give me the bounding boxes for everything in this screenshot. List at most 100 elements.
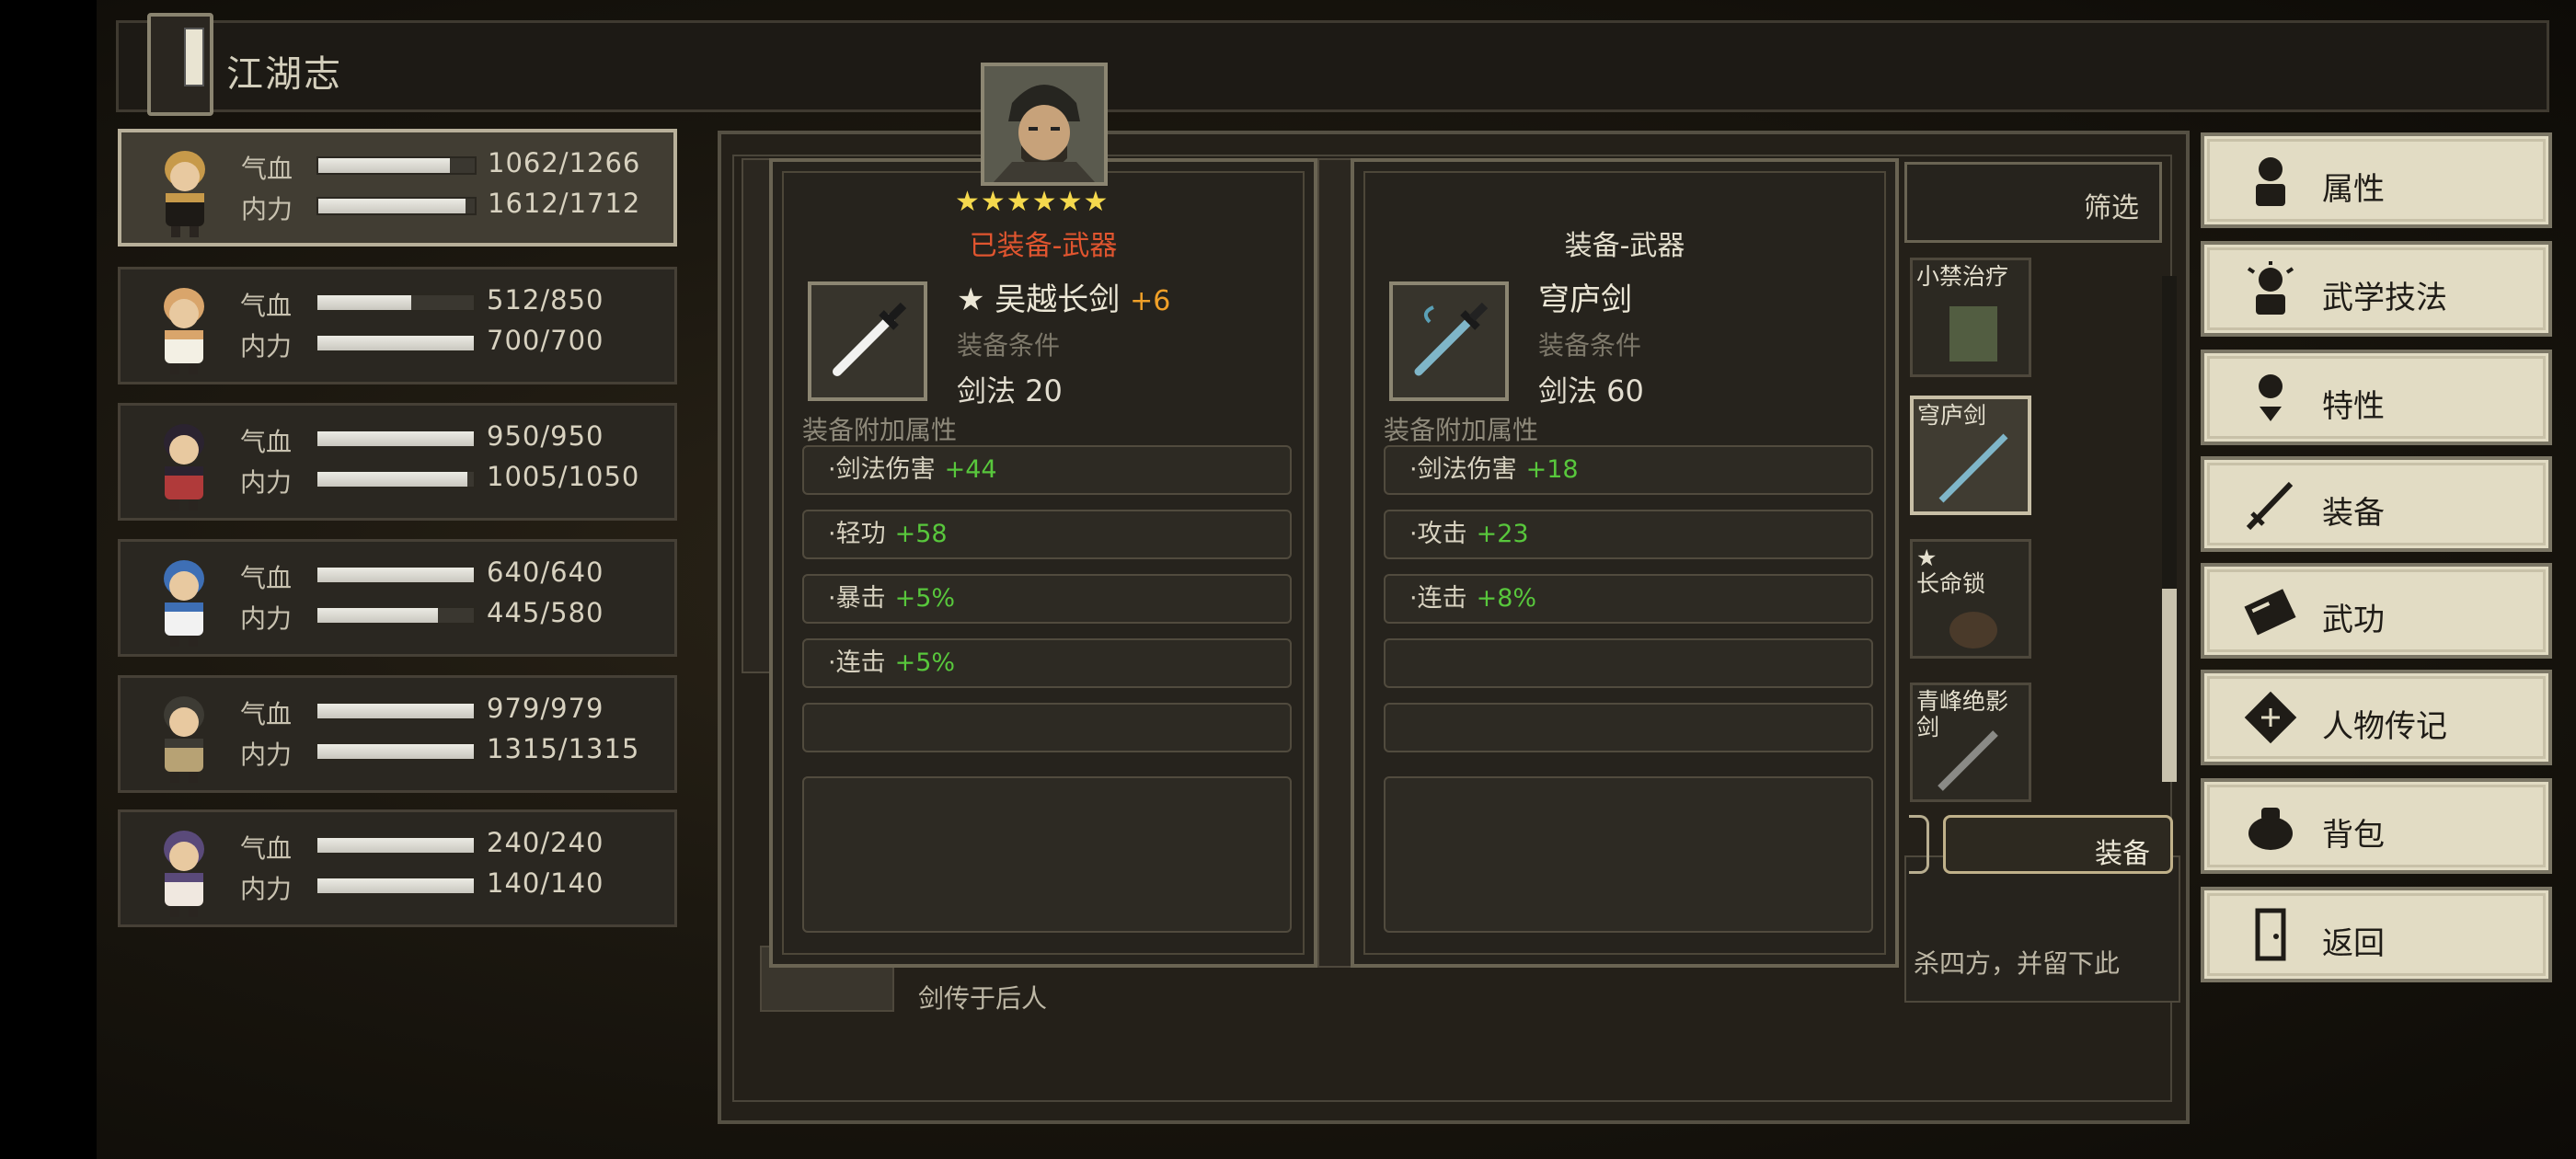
menu-label: 武功 (2322, 602, 2385, 638)
hp-label: 气血 (240, 427, 293, 457)
bonus-row: ·轻功 +58 (802, 510, 1292, 559)
candidate-requirement: 剑法 60 (1538, 373, 1644, 408)
hp-bar (316, 430, 476, 448)
hp-label: 气血 (240, 563, 293, 593)
menu-kungfu-button[interactable]: 武功 (2201, 563, 2552, 659)
menu-label: 返回 (2322, 925, 2385, 962)
menu-backpack-button[interactable]: 背包 (2201, 778, 2552, 874)
mp-label: 内力 (240, 740, 293, 770)
filter-label: 筛选 (2084, 192, 2139, 224)
inventory-item-slot[interactable]: 青峰绝影 剑 (1910, 683, 2031, 802)
skill-person-icon (2247, 261, 2294, 315)
book-icon (2244, 589, 2296, 636)
bonus-row-empty (802, 776, 1292, 933)
bonus-row: ·连击 +5% (802, 638, 1292, 688)
bonus-value: +23 (1476, 520, 1529, 548)
candidate-sword-icon (1389, 281, 1509, 401)
menu-attributes-button[interactable]: 属性 (2201, 132, 2552, 228)
bonus-label: ·连击 (1409, 584, 1467, 613)
hp-label: 气血 (241, 154, 293, 184)
party-member-portrait (133, 547, 235, 650)
equipped-item-plus: +6 (1130, 285, 1171, 317)
party-member-card[interactable]: 气血 979/979 内力 1315/1315 (118, 675, 677, 793)
candidate-header: 装备-武器 (1564, 230, 1685, 262)
party-member-card[interactable]: 气血 640/640 内力 445/580 (118, 539, 677, 657)
menu-label: 背包 (2322, 817, 2385, 854)
bonus-row: ·剑法伤害 +18 (1384, 445, 1873, 495)
bonus-value: +5% (894, 648, 956, 677)
hp-value: 240/240 (487, 827, 604, 858)
bonus-value: +8% (1476, 584, 1537, 613)
description-text-right: 杀四方，并留下此 (1914, 948, 2121, 979)
bag-icon (2248, 808, 2293, 850)
mp-bar (316, 334, 476, 352)
menu-equipment-button[interactable]: 装备 (2201, 456, 2552, 552)
hp-value: 1062/1266 (488, 147, 641, 178)
candidate-item-panel: 装备-武器 穹庐剑 装备条件 剑法 60 装备附加属性 ·剑法伤害 +18 ·攻击 +… (1351, 158, 1899, 968)
candidate-item-name: 穹庐剑 (1538, 281, 1632, 318)
mp-value: 1612/1712 (488, 188, 641, 219)
item-name: 青峰绝影 剑 (1916, 688, 2009, 740)
equipped-item-name: ★ 吴越长剑 (957, 281, 1121, 318)
equip-bracket (1909, 815, 1929, 874)
bonus-label: ·攻击 (1409, 520, 1467, 548)
menu-label: 装备 (2322, 495, 2385, 532)
scrollbar-thumb[interactable] (2162, 589, 2177, 782)
mp-label: 内力 (241, 194, 293, 224)
trait-person-icon (2259, 374, 2283, 421)
mp-value: 140/140 (487, 867, 604, 899)
party-member-portrait (133, 683, 235, 786)
bonus-value: +18 (1525, 455, 1579, 484)
bonus-row: ·连击 +8% (1384, 574, 1873, 624)
bonus-row-empty (1384, 776, 1873, 933)
bonus-label: ·连击 (828, 648, 886, 677)
menu-martial-skills-button[interactable]: 武学技法 (2201, 241, 2552, 337)
party-member-portrait (133, 275, 235, 378)
hp-bar (316, 566, 476, 584)
inventory-item-slot[interactable]: 小禁治疗 (1910, 258, 2031, 377)
equipped-item-panel: 已装备-武器 ★ 吴越长剑 +6 装备条件 剑法 20 装备附加属性 ·剑法伤害… (769, 158, 1317, 968)
background-panel-gap (1317, 158, 1354, 968)
party-member-portrait (134, 138, 236, 241)
menu-back-button[interactable]: 返回 (2201, 887, 2552, 982)
inventory-item-slot[interactable]: ★ 长命锁 (1910, 539, 2031, 659)
menu-biography-button[interactable]: 人物传记 (2201, 670, 2552, 765)
sword-icon (2246, 481, 2294, 531)
hp-value: 979/979 (487, 693, 604, 724)
hp-bar (316, 702, 476, 720)
menu-traits-button[interactable]: 特性 (2201, 350, 2552, 445)
party-member-portrait (133, 411, 235, 514)
description-text-left: 剑传于后人 (918, 983, 1048, 1014)
mp-bar (316, 877, 476, 895)
bonus-label: ·暴击 (828, 584, 886, 613)
mp-value: 700/700 (487, 325, 604, 356)
mp-value: 1005/1050 (487, 461, 640, 492)
bonus-row (802, 703, 1292, 752)
mp-label: 内力 (240, 874, 293, 904)
page-title: 江湖志 (226, 53, 342, 96)
item-list-scrollbar[interactable] (2162, 276, 2177, 782)
filter-button[interactable]: 筛选 (1904, 162, 2162, 243)
equipped-sword-icon (808, 281, 927, 401)
candidate-bonus-title: 装备附加属性 (1384, 415, 1539, 445)
item-name: ★ 长命锁 (1916, 545, 1986, 597)
party-member-card[interactable]: 气血 240/240 内力 140/140 (118, 809, 677, 927)
mp-label: 内力 (240, 331, 293, 361)
menu-label: 武学技法 (2322, 280, 2447, 316)
hp-label: 气血 (240, 699, 293, 729)
party-member-card[interactable]: 气血 950/950 内力 1005/1050 (118, 403, 677, 521)
party-member-card[interactable]: 气血 512/850 内力 700/700 (118, 267, 677, 384)
hp-value: 512/850 (487, 284, 604, 316)
party-member-card[interactable]: 气血 1062/1266 内力 1612/1712 (118, 129, 677, 247)
hp-label: 气血 (240, 833, 293, 864)
equip-button[interactable]: 装备 (1943, 815, 2173, 874)
bonus-value: +5% (894, 584, 956, 613)
title-bar (116, 20, 2549, 112)
inventory-item-slot[interactable]: 穹庐剑 (1910, 396, 2031, 515)
equipped-requirement: 剑法 20 (957, 373, 1063, 408)
hp-label: 气血 (240, 291, 293, 321)
mp-bar (316, 606, 476, 625)
mp-label: 内力 (240, 603, 293, 634)
hp-bar (316, 293, 476, 312)
item-name: 小禁治疗 (1916, 263, 2009, 290)
